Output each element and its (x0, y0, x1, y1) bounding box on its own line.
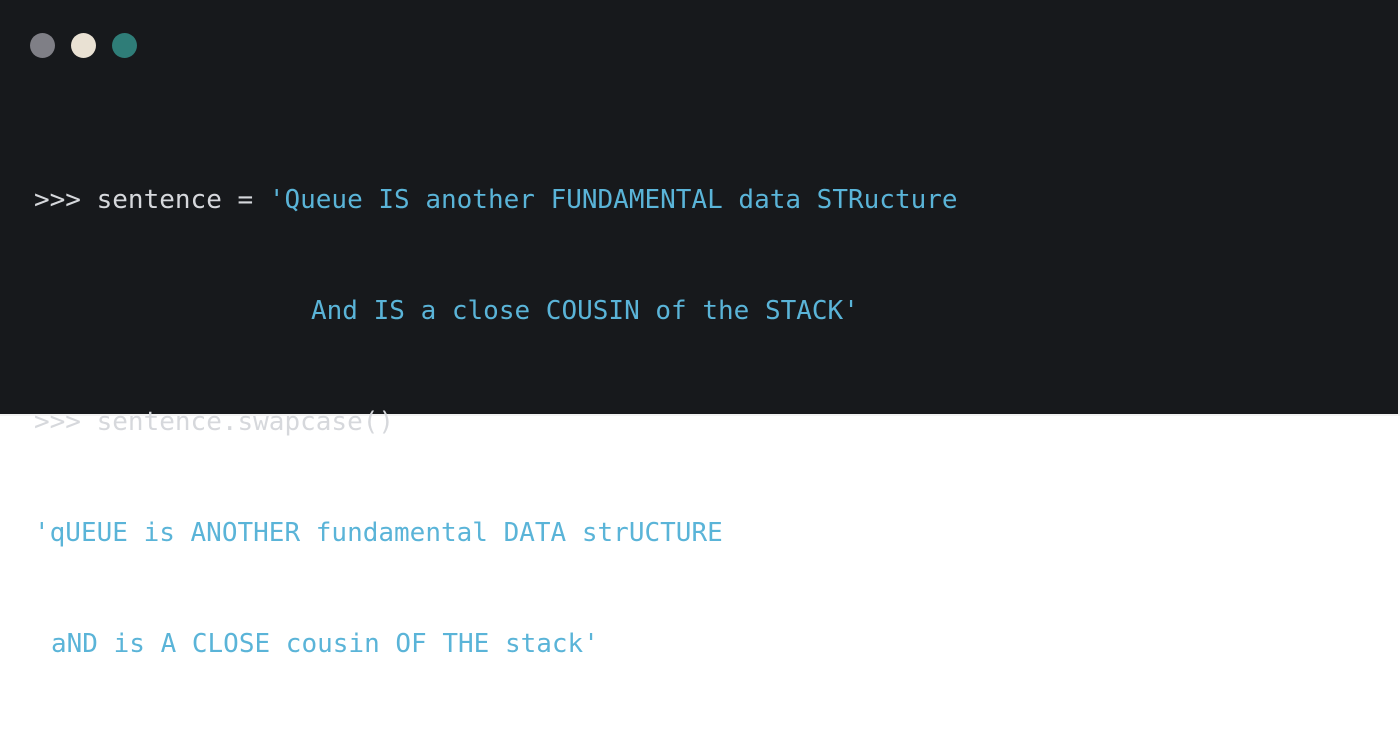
console-output[interactable]: >>> sentence = 'Queue IS another FUNDAME… (34, 108, 958, 737)
output-line-1: 'qUEUE is ANOTHER fundamental DATA strUC… (34, 515, 958, 552)
output-line-2: aND is A CLOSE cousin OF THE stack' (34, 626, 958, 663)
prompt: >>> (34, 407, 81, 437)
output-text-continuation: aND is A CLOSE cousin OF THE stack' (51, 629, 599, 659)
code-text: sentence = (96, 185, 269, 215)
window-controls (30, 33, 137, 58)
maximize-button[interactable] (112, 33, 137, 58)
close-button[interactable] (30, 33, 55, 58)
minimize-button[interactable] (71, 33, 96, 58)
terminal-window: >>> sentence = 'Queue IS another FUNDAME… (0, 0, 1400, 659)
input-line-1: >>> sentence = 'Queue IS another FUNDAME… (34, 182, 958, 219)
string-literal-continuation: And IS a close COUSIN of the STACK' (311, 296, 859, 326)
string-literal: 'Queue IS another FUNDAMENTAL data STRuc… (268, 185, 958, 215)
input-line-3: >>> sentence.swapcase() (34, 404, 958, 441)
prompt: >>> (34, 185, 81, 215)
output-text: 'qUEUE is ANOTHER fundamental DATA strUC… (34, 518, 723, 548)
code-text: sentence.swapcase() (96, 407, 395, 437)
input-line-2: And IS a close COUSIN of the STACK' (34, 293, 958, 330)
